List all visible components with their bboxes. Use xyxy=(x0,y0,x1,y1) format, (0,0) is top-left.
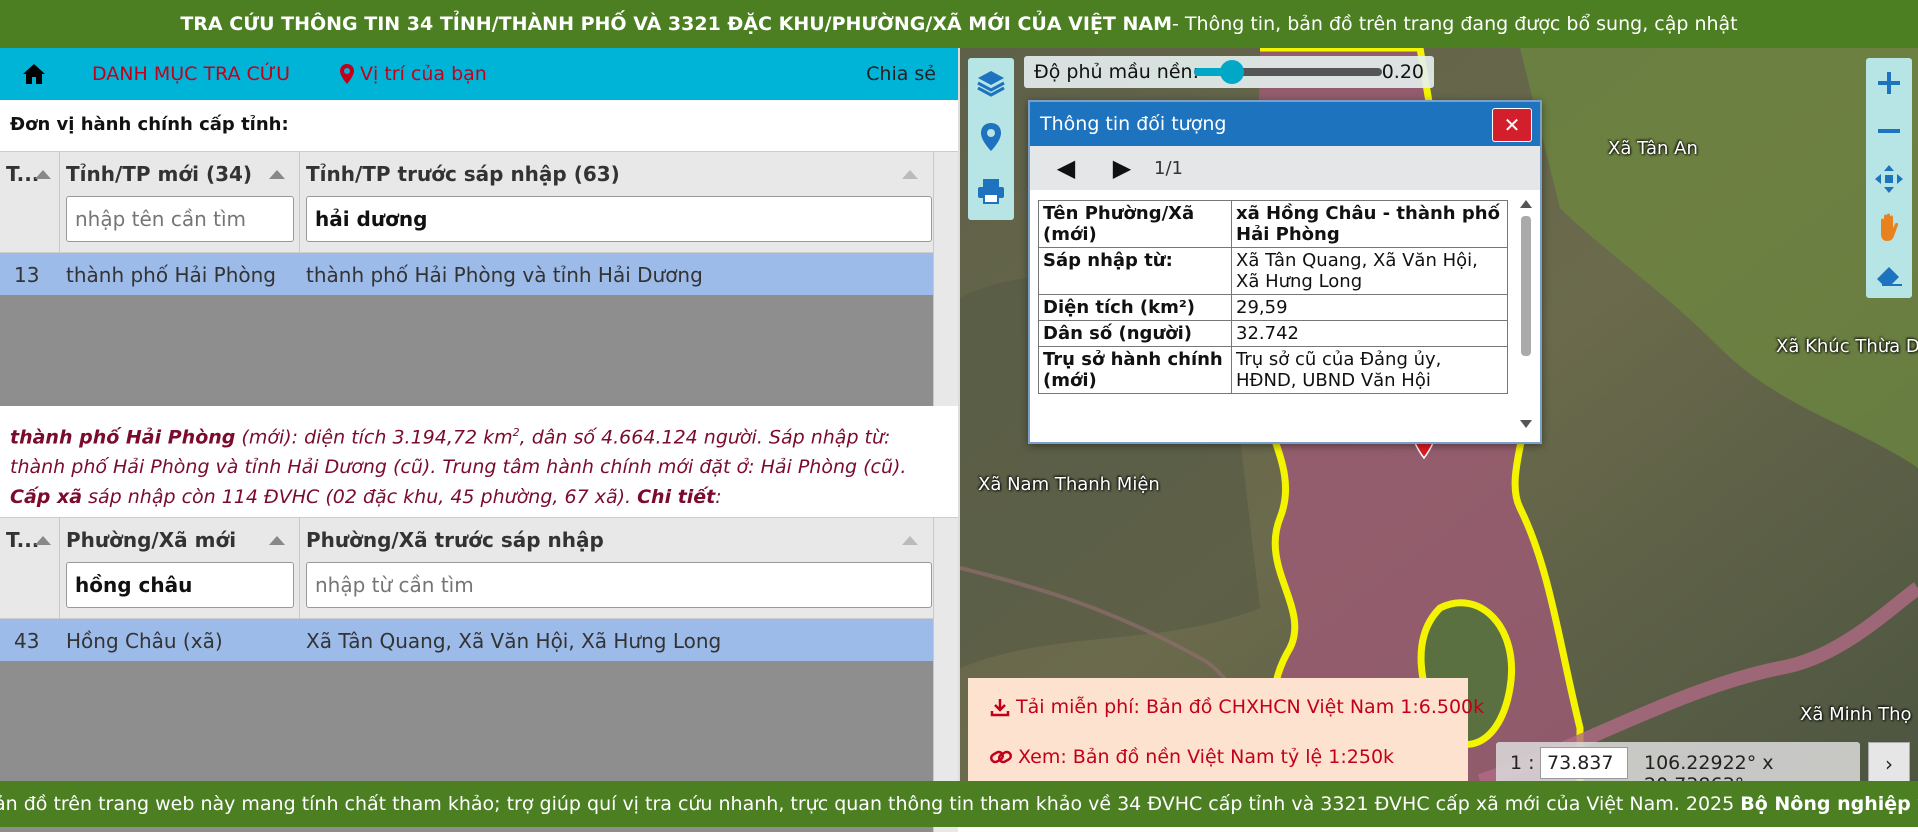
opacity-value: 0.20 xyxy=(1381,61,1424,83)
top-banner: TRA CỨU THÔNG TIN 34 TỈNH/THÀNH PHỐ VÀ 3… xyxy=(0,0,1918,48)
details-link[interactable]: Chi tiết xyxy=(637,486,715,508)
sort-icon xyxy=(269,170,285,179)
left-panel: DANH MỤC TRA CỨU Vị trí của bạn Chia sẻ … xyxy=(0,48,960,832)
link-icon xyxy=(990,750,1012,764)
share-button[interactable]: Chia sẻ xyxy=(866,63,936,85)
my-location-label: Vị trí của bạn xyxy=(360,63,487,85)
opacity-label: Độ phủ mầu nền: xyxy=(1034,61,1199,83)
old-province-filter-input[interactable]: hải dương xyxy=(306,196,932,242)
map-label: Xã Khúc Thừa D xyxy=(1776,336,1918,357)
popup-title: Thông tin đối tượng xyxy=(1040,113,1227,135)
pan-hand-icon[interactable] xyxy=(1870,208,1908,246)
column-header-new-province[interactable]: Tỉnh/TP mới (34) xyxy=(60,152,300,252)
column-header-old-ward[interactable]: Phường/Xã trước sáp nhập xyxy=(300,518,932,618)
home-icon[interactable] xyxy=(0,48,68,100)
old-ward-filter-input[interactable] xyxy=(306,562,932,608)
column-header-old-province[interactable]: Tỉnh/TP trước sáp nhập (63) hải dương xyxy=(300,152,932,252)
nav-bar: DANH MỤC TRA CỨU Vị trí của bạn Chia sẻ xyxy=(0,48,958,100)
sort-icon xyxy=(902,536,918,545)
map-label: Xã Minh Thọ xyxy=(1800,704,1912,725)
scale-prefix: 1 : xyxy=(1510,752,1535,774)
prev-arrow-icon[interactable]: ◀ xyxy=(1046,146,1086,190)
location-marker-icon[interactable] xyxy=(972,118,1010,156)
zoom-in-icon[interactable] xyxy=(1870,64,1908,102)
layers-icon[interactable] xyxy=(972,64,1010,102)
sort-icon xyxy=(902,170,918,179)
zoom-out-icon[interactable] xyxy=(1870,112,1908,150)
column-header-new-ward[interactable]: Phường/Xã mới hồng châu xyxy=(60,518,300,618)
scale-coordinate-bar: 1 : 73.837 106.22922° x 20.73863° › xyxy=(1496,742,1910,796)
opacity-handle[interactable] xyxy=(1219,60,1244,84)
popup-page-count: 1/1 xyxy=(1154,158,1183,179)
popup-scrollbar[interactable] xyxy=(1518,196,1534,432)
new-ward-filter-input[interactable]: hồng châu xyxy=(66,562,294,608)
promo-box: Tải miễn phí: Bản đồ CHXHCN Việt Nam 1:6… xyxy=(968,678,1484,784)
info-row: Diện tích (km²) 29,59 xyxy=(1038,294,1508,321)
popup-header: Thông tin đối tượng ✕ xyxy=(1030,102,1540,146)
table-row[interactable]: 13 thành phố Hải Phòng thành phố Hải Phò… xyxy=(0,253,933,295)
popup-info-table: Tên Phường/Xã (mới) xã Hồng Châu - thành … xyxy=(1038,200,1508,394)
download-icon xyxy=(990,699,1010,717)
footer-org: Bộ Nông nghiệp và Môi trường - N xyxy=(1740,793,1918,815)
footer-bar: ản đồ trên trang web này mang tính chất … xyxy=(0,781,1918,827)
province-description: thành phố Hải Phòng (mới): diện tích 3.1… xyxy=(10,426,907,509)
close-icon[interactable]: ✕ xyxy=(1492,108,1532,142)
map-pin-icon xyxy=(340,64,354,84)
column-header-index[interactable]: T... xyxy=(0,152,60,252)
chevron-right-icon[interactable]: › xyxy=(1868,742,1910,786)
download-map-link[interactable]: Tải miễn phí: Bản đồ CHXHCN Việt Nam 1:6… xyxy=(990,696,1484,718)
new-province-filter-input[interactable] xyxy=(66,196,294,242)
province-grid-header: T... Tỉnh/TP mới (34) Tỉnh/TP trước sáp … xyxy=(0,152,933,253)
popup-pager: ◀ ▶ 1/1 xyxy=(1030,146,1540,190)
opacity-track[interactable] xyxy=(1194,60,1382,84)
scale-input[interactable]: 73.837 xyxy=(1540,747,1628,779)
map-right-toolbar xyxy=(1866,58,1912,298)
map-toolbar xyxy=(968,58,1014,220)
map-label: Xã Nam Thanh Miện xyxy=(978,474,1160,495)
next-arrow-icon[interactable]: ▶ xyxy=(1102,146,1142,190)
sort-icon xyxy=(35,170,51,179)
footer-text: ản đồ trên trang web này mang tính chất … xyxy=(0,793,1741,815)
ward-grid-header: T... Phường/Xã mới hồng châu Phường/Xã t… xyxy=(0,518,933,619)
popup-body: Tên Phường/Xã (mới) xã Hồng Châu - thành … xyxy=(1030,190,1520,436)
column-header-index[interactable]: T... xyxy=(0,518,60,618)
info-row: Trụ sở hành chính (mới) Trụ sở cũ của Đản… xyxy=(1038,346,1508,394)
info-row: Dân số (người) 32.742 xyxy=(1038,320,1508,347)
map-label: Xã Tân An xyxy=(1608,138,1698,159)
menu-catalog-link[interactable]: DANH MỤC TRA CỨU xyxy=(92,63,290,85)
eraser-icon[interactable] xyxy=(1870,256,1908,294)
sort-icon xyxy=(35,536,51,545)
province-grid: T... Tỉnh/TP mới (34) Tỉnh/TP trước sáp … xyxy=(0,151,958,406)
table-row[interactable]: 43 Hồng Châu (xã) Xã Tân Quang, Xã Văn H… xyxy=(0,619,933,661)
info-row: Sáp nhập từ: Xã Tân Quang, Xã Văn Hội, Xã… xyxy=(1038,247,1508,295)
full-extent-icon[interactable] xyxy=(1870,160,1908,198)
info-row: Tên Phường/Xã (mới) xã Hồng Châu - thành … xyxy=(1038,200,1508,248)
banner-subtitle: - Thông tin, bản đồ trên trang đang được… xyxy=(1172,13,1738,35)
province-grid-scrollbar[interactable] xyxy=(933,152,958,406)
view-basemap-link[interactable]: Xem: Bản đồ nền Việt Nam tỷ lệ 1:250k xyxy=(990,746,1394,768)
feature-info-popup: Thông tin đối tượng ✕ ◀ ▶ 1/1 Tên Phường… xyxy=(1028,100,1542,444)
print-icon[interactable] xyxy=(972,172,1010,210)
province-section-title: Đơn vị hành chính cấp tỉnh: xyxy=(10,114,289,135)
my-location-link[interactable]: Vị trí của bạn xyxy=(340,63,487,85)
sort-icon xyxy=(269,536,285,545)
banner-title: TRA CỨU THÔNG TIN 34 TỈNH/THÀNH PHỐ VÀ 3… xyxy=(180,13,1173,35)
opacity-slider[interactable]: Độ phủ mầu nền: 0.20 xyxy=(1024,56,1434,88)
